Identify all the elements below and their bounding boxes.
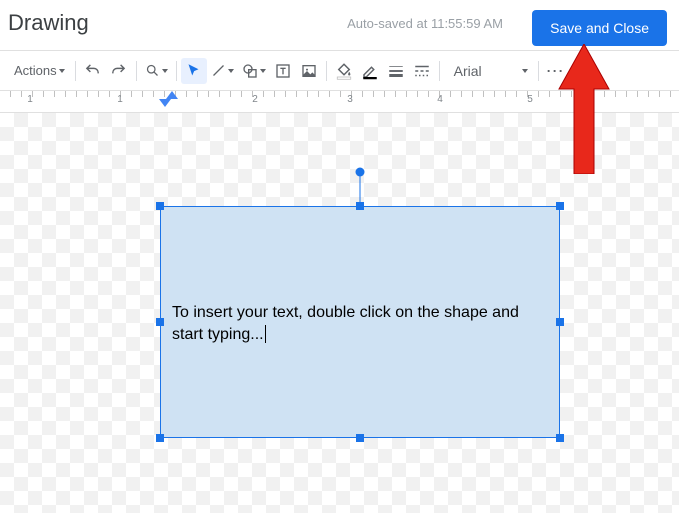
left-indent-marker[interactable] <box>159 99 171 107</box>
shape-text-content[interactable]: To insert your text, double click on the… <box>172 302 548 345</box>
shape-text-value: To insert your text, double click on the… <box>172 304 519 343</box>
ruler-number: 3 <box>347 94 353 105</box>
resize-handle-ne[interactable] <box>556 202 564 210</box>
chevron-down-icon <box>59 69 65 73</box>
resize-handle-s[interactable] <box>356 434 364 442</box>
resize-handle-w[interactable] <box>156 318 164 326</box>
zoom-menu[interactable] <box>141 58 172 84</box>
text-cursor <box>265 325 266 343</box>
chevron-down-icon <box>228 69 234 73</box>
actions-label: Actions <box>14 63 57 78</box>
image-icon <box>301 63 317 79</box>
chevron-down-icon <box>162 69 168 73</box>
separator <box>136 61 137 81</box>
shape-tool[interactable] <box>238 58 270 84</box>
undo-icon <box>84 62 101 79</box>
border-weight-icon <box>387 62 405 80</box>
select-tool[interactable] <box>181 58 207 84</box>
undo-button[interactable] <box>80 58 106 84</box>
resize-handle-nw[interactable] <box>156 202 164 210</box>
ruler-number: 1 <box>117 94 123 105</box>
first-line-indent-marker[interactable] <box>166 91 178 99</box>
fill-color-icon <box>335 62 353 80</box>
separator <box>538 61 539 81</box>
dialog-title: Drawing <box>8 10 89 36</box>
ruler-number: 5 <box>527 94 533 105</box>
separator <box>176 61 177 81</box>
fill-color-button[interactable] <box>331 58 357 84</box>
image-tool[interactable] <box>296 58 322 84</box>
border-dash-icon <box>413 62 431 80</box>
redo-button[interactable] <box>106 58 132 84</box>
toolbar: Actions Arial <box>0 51 679 91</box>
chevron-down-icon <box>260 69 266 73</box>
resize-handle-sw[interactable] <box>156 434 164 442</box>
zoom-icon <box>145 63 160 78</box>
autosave-status: Auto-saved at 11:55:59 AM <box>347 16 503 31</box>
ruler-number: 1 <box>27 94 33 105</box>
shapes-icon <box>242 63 258 79</box>
border-dash-button[interactable] <box>409 58 435 84</box>
rotation-handle[interactable] <box>356 168 365 177</box>
textbox-tool[interactable] <box>270 58 296 84</box>
redo-icon <box>110 62 127 79</box>
resize-handle-n[interactable] <box>356 202 364 210</box>
more-icon: ⋯ <box>546 62 566 80</box>
chevron-down-icon <box>522 69 528 73</box>
font-picker[interactable]: Arial <box>444 58 534 84</box>
resize-handle-e[interactable] <box>556 318 564 326</box>
separator <box>326 61 327 81</box>
border-color-icon <box>361 62 379 80</box>
border-color-button[interactable] <box>357 58 383 84</box>
border-weight-button[interactable] <box>383 58 409 84</box>
font-name: Arial <box>454 63 482 79</box>
textbox-icon <box>275 63 291 79</box>
cursor-icon <box>186 63 201 78</box>
actions-menu[interactable]: Actions <box>8 58 71 84</box>
more-button[interactable]: ⋯ <box>543 58 569 84</box>
resize-handle-se[interactable] <box>556 434 564 442</box>
ruler-number: 4 <box>437 94 443 105</box>
drawing-canvas[interactable]: To insert your text, double click on the… <box>0 113 679 513</box>
horizontal-ruler[interactable]: 1 1 2 3 4 5 <box>0 91 679 113</box>
separator <box>75 61 76 81</box>
line-icon <box>211 63 226 78</box>
line-tool[interactable] <box>207 58 238 84</box>
ruler-number: 2 <box>252 94 258 105</box>
selected-shape[interactable]: To insert your text, double click on the… <box>160 206 560 438</box>
save-and-close-button[interactable]: Save and Close <box>532 10 667 46</box>
separator <box>439 61 440 81</box>
